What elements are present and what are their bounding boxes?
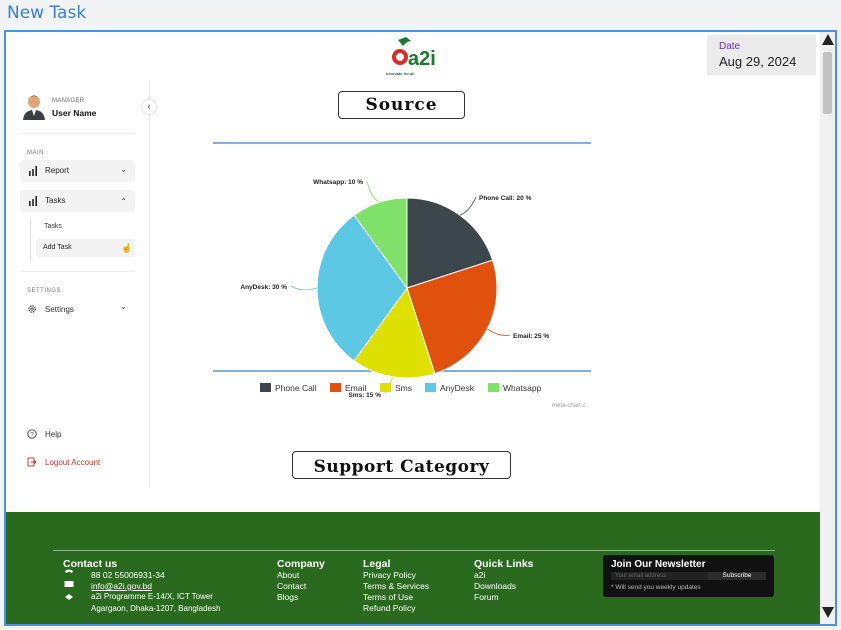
- footer-link-terms-services[interactable]: Terms & Services: [363, 581, 429, 591]
- scroll-up-arrow-icon[interactable]: [822, 34, 834, 45]
- sidebar-item-tasks[interactable]: Tasks ⌃: [20, 190, 135, 212]
- avatar: [23, 95, 45, 120]
- pie-data-label: Email: 25 %: [513, 333, 549, 340]
- logout-icon: [27, 457, 37, 467]
- source-heading: Source: [338, 91, 465, 119]
- pie-leader-line: [366, 180, 380, 203]
- email-icon: [64, 581, 74, 587]
- footer-quick-links-title: Quick Links: [474, 558, 534, 570]
- newsletter-title: Join Our Newsletter: [611, 559, 706, 570]
- legend-label: Phone Call: [275, 383, 317, 393]
- legend-item-anydesk: AnyDesk: [425, 383, 475, 393]
- footer-address-line2: Agargaon, Dhaka-1207, Bangladesh: [91, 604, 221, 613]
- subscribe-button[interactable]: Subscribe: [708, 572, 766, 580]
- vertical-scrollbar[interactable]: [820, 32, 835, 624]
- phone-icon: [65, 569, 73, 573]
- pointer-cursor-icon: ☝: [121, 243, 133, 253]
- newsletter-note: * Will send you weekly updates: [611, 584, 701, 591]
- sidebar-item-label: Report: [45, 166, 70, 175]
- footer-link-privacy-policy[interactable]: Privacy Policy: [363, 570, 416, 580]
- pie-data-label: Sms: 15 %: [348, 392, 381, 399]
- pie-data-label: Phone Call: 20 %: [479, 195, 532, 202]
- legend-item-email: Email: [330, 383, 366, 393]
- legend-label: Email: [345, 383, 366, 393]
- logout-label: Logout Account: [45, 458, 101, 467]
- user-role: MANAGER: [52, 98, 85, 104]
- footer-phone: 88 02 55006931-34: [91, 570, 165, 580]
- footer-link-terms-of-use[interactable]: Terms of Use: [363, 592, 413, 602]
- footer-legal-title: Legal: [363, 558, 391, 570]
- footer-link-a2i[interactable]: a2i: [474, 570, 485, 580]
- section-label-main: MAIN: [27, 150, 44, 156]
- support-category-heading: Support Category: [292, 451, 511, 479]
- legend-swatch: [425, 383, 436, 392]
- legend-label: Whatsapp: [503, 383, 542, 393]
- footer-link-downloads[interactable]: Downloads: [474, 581, 516, 591]
- page-content: a2i innovate for all Date Aug 29, 2024 M…: [6, 32, 820, 624]
- legend-swatch: [380, 383, 391, 392]
- pie-leader-line: [290, 285, 318, 291]
- divider: [20, 133, 135, 134]
- collapse-sidebar-button[interactable]: ‹: [142, 100, 156, 114]
- legend-item-phone-call: Phone Call: [260, 383, 317, 393]
- help-icon: ?: [27, 429, 37, 439]
- logo-text: a2i: [408, 48, 436, 70]
- legend-item-whatsapp: Whatsapp: [488, 383, 542, 393]
- pie-leader-line: [459, 196, 477, 216]
- submenu-item-label: Add Task: [43, 244, 72, 251]
- chart-credit: meta-chart.c: [552, 403, 585, 409]
- footer-link-about[interactable]: About: [277, 570, 299, 580]
- sidebar-item-report[interactable]: Report ⌄: [20, 160, 135, 182]
- footer-link-contact[interactable]: Contact: [277, 581, 306, 591]
- footer-address-line1: a2i Programme E-14/X, ICT Tower: [91, 592, 213, 601]
- chevron-left-icon: ‹: [147, 101, 151, 111]
- divider: [20, 271, 135, 272]
- footer-link-refund-policy[interactable]: Refund Policy: [363, 603, 415, 613]
- user-name: User Name: [52, 108, 97, 118]
- submenu-line: [30, 219, 31, 261]
- footer-link-blogs[interactable]: Blogs: [277, 592, 298, 602]
- window-title: New Task: [7, 3, 87, 23]
- footer-link-forum[interactable]: Forum: [474, 592, 499, 602]
- location-icon: [65, 594, 73, 600]
- chevron-down-icon: ⌄: [120, 165, 127, 174]
- legend-swatch: [330, 383, 341, 392]
- date-box: Date Aug 29, 2024: [707, 35, 816, 75]
- sidebar-item-label: Tasks: [45, 196, 66, 205]
- sidebar-item-label: Settings: [45, 305, 74, 314]
- date-value: Aug 29, 2024: [719, 54, 797, 69]
- page-frame: a2i innovate for all Date Aug 29, 2024 M…: [4, 30, 837, 626]
- section-label-settings: SETTINGS: [27, 288, 62, 294]
- newsletter-box: Join Our Newsletter Your email address S…: [603, 555, 774, 597]
- pie-leader-line: [486, 328, 511, 336]
- legend-label: AnyDesk: [440, 383, 475, 393]
- legend-label: Sms: [395, 383, 412, 393]
- chevron-up-icon: ⌃: [120, 197, 127, 206]
- legend-item-sms: Sms: [380, 383, 412, 393]
- gear-icon: [28, 305, 36, 313]
- legend-swatch: [260, 383, 271, 392]
- sidebar-item-label: Help: [45, 430, 62, 439]
- sidebar: MANAGER User Name ‹ MAIN Report ⌄ Tasks …: [6, 80, 156, 488]
- pie-data-label: Whatsapp: 10 %: [313, 179, 363, 186]
- bar-chart-icon: [29, 166, 37, 176]
- newsletter-email-input[interactable]: Your email address: [611, 572, 710, 580]
- scroll-thumb[interactable]: [823, 52, 832, 114]
- date-label: Date: [719, 41, 741, 52]
- chevron-down-icon: ⌄: [120, 302, 127, 311]
- submenu-item-tasks[interactable]: Tasks: [44, 223, 62, 230]
- scroll-down-arrow-icon[interactable]: [822, 607, 834, 618]
- footer-company-title: Company: [277, 558, 325, 570]
- svg-text:?: ?: [30, 431, 34, 438]
- source-pie-chart: Phone Call: 20 % Email: 25 % Sms: 15 % AnyD…: [213, 142, 591, 409]
- footer: Contact us 88 02 55006931-34 info@a2i.go…: [6, 512, 820, 624]
- bar-chart-icon: [29, 196, 37, 206]
- footer-divider: [53, 550, 775, 551]
- legend-swatch: [488, 383, 499, 392]
- pie-data-label: AnyDesk: 30 %: [240, 284, 287, 291]
- logo-tagline: innovate for all: [386, 71, 415, 76]
- footer-email-link[interactable]: info@a2i.gov.bd: [91, 581, 152, 591]
